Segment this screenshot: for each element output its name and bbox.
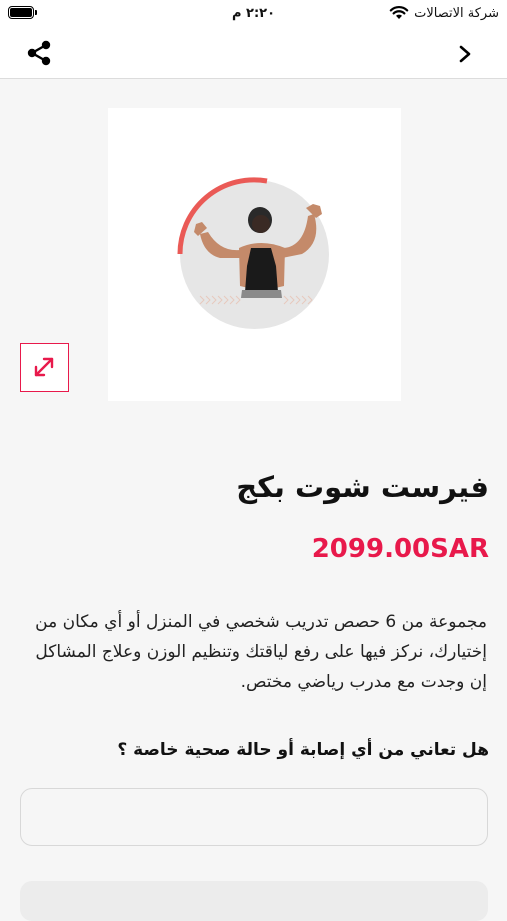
trainer-illustration xyxy=(177,177,322,305)
wifi-icon xyxy=(389,6,409,19)
expand-icon xyxy=(34,357,54,377)
expand-image-button[interactable] xyxy=(20,343,69,392)
status-bar: ٢:٢٠ م شركة الاتصالات xyxy=(0,0,507,28)
product-description: مجموعة من 6 حصص تدريب شخصي في المنزل أو … xyxy=(35,612,487,692)
carrier-name: شركة الاتصالات xyxy=(414,6,499,21)
next-field[interactable] xyxy=(20,881,488,921)
health-answer-input[interactable] xyxy=(20,788,488,846)
product-image xyxy=(108,108,401,401)
chevron-right-icon[interactable] xyxy=(457,44,473,64)
navigation-bar xyxy=(0,28,507,79)
health-question-label: هل تعاني من أي إصابة أو حالة صحية خاصة ؟ xyxy=(117,740,489,760)
share-icon[interactable] xyxy=(24,39,54,67)
product-price: 2099.00SAR xyxy=(311,534,489,564)
product-title: فيرست شوت بكج xyxy=(236,470,489,504)
